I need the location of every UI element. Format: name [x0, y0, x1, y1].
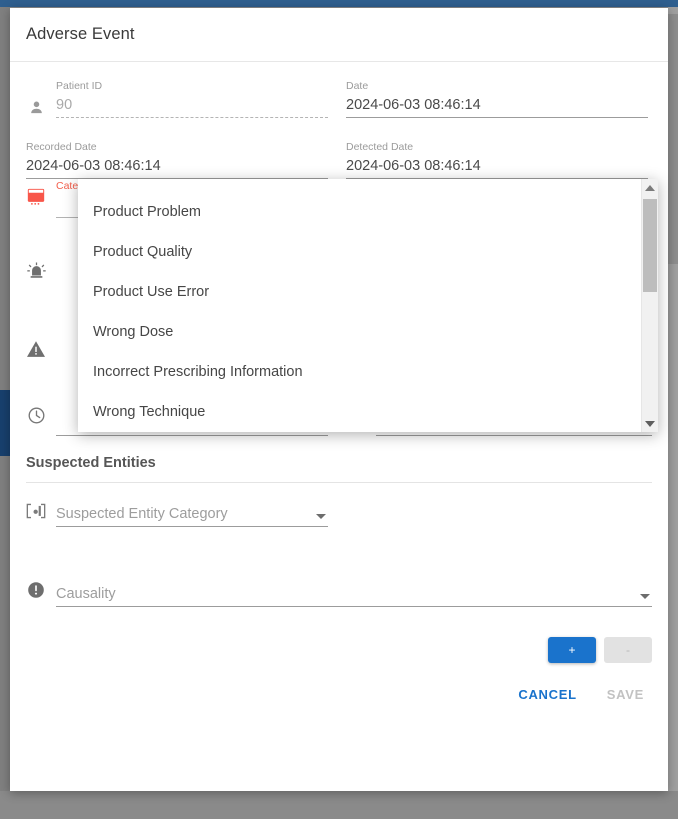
dropdown-scrollbar-thumb[interactable] — [643, 199, 657, 292]
device-icon — [26, 501, 46, 521]
date-value[interactable]: 2024-06-03 08:46:14 — [346, 93, 648, 117]
chevron-down-icon[interactable] — [316, 514, 326, 519]
entity-buttons-row: + - — [26, 607, 652, 663]
field-causality[interactable]: Causality — [26, 582, 652, 607]
scroll-down-arrow-icon[interactable] — [642, 415, 658, 432]
dialog-actions: CANCEL SAVE — [26, 663, 652, 708]
field-patient-id: Patient ID 90 — [26, 79, 328, 118]
recorded-date-label: Recorded Date — [26, 141, 97, 153]
suspected-entity-category-underline — [56, 526, 328, 527]
page-scrollbar-thumb[interactable] — [668, 14, 678, 264]
detected-date-label: Detected Date — [346, 141, 414, 153]
page-scrollbar-track[interactable] — [668, 7, 678, 819]
add-entity-button[interactable]: + — [548, 637, 596, 663]
field-detected-date: Detected Date 2024-06-03 08:46:14 — [346, 140, 648, 179]
form-row-classification: Category — [26, 179, 658, 441]
cancel-button[interactable]: CANCEL — [510, 681, 584, 708]
field-suspected-entity-category[interactable]: Suspected Entity Category — [26, 502, 328, 527]
scroll-up-arrow-icon[interactable] — [642, 179, 658, 196]
remove-entity-button[interactable]: - — [604, 637, 652, 663]
warning-triangle-icon — [26, 339, 46, 359]
field-date: Date 2024-06-03 08:46:14 — [346, 79, 648, 118]
category-option[interactable]: Product Problem — [78, 192, 641, 232]
dropdown-scrollbar[interactable] — [641, 179, 658, 432]
chevron-down-icon[interactable] — [640, 594, 650, 599]
recorded-date-value[interactable]: 2024-06-03 08:46:14 — [26, 154, 328, 178]
form-row-dates: Recorded Date 2024-06-03 08:46:14 Detect… — [26, 118, 652, 179]
field-recorded-date: Recorded Date 2024-06-03 08:46:14 — [26, 140, 328, 179]
list-box-icon — [26, 187, 46, 207]
patient-id-underline — [56, 117, 328, 118]
window-title-bar — [0, 0, 678, 7]
person-icon — [26, 97, 46, 117]
adverse-event-dialog: Adverse Event Patient ID 90 Date 2024-06… — [10, 8, 668, 791]
category-option[interactable]: Wrong Dose — [78, 312, 641, 352]
date-label: Date — [346, 80, 369, 92]
bottom-backdrop — [0, 791, 678, 819]
patient-id-label: Patient ID — [56, 80, 103, 92]
onset-secondary-underline — [376, 435, 652, 436]
onset-underline — [56, 435, 328, 436]
alarm-icon — [26, 261, 46, 281]
causality-value: Causality — [56, 586, 116, 602]
category-option[interactable]: Wrong Technique — [78, 392, 641, 432]
category-option[interactable]: Product Quality — [78, 232, 641, 272]
suspected-entity-category-value: Suspected Entity Category — [56, 506, 228, 522]
date-underline — [346, 117, 648, 118]
section-divider — [26, 482, 652, 483]
category-option-list: Product Problem Product Quality Product … — [78, 179, 641, 432]
patient-id-value: 90 — [56, 97, 73, 113]
background-nav-highlight — [0, 390, 10, 456]
suspected-entities-heading: Suspected Entities — [26, 455, 156, 471]
clock-icon — [26, 405, 46, 425]
causality-underline — [56, 606, 652, 607]
dialog-body: Patient ID 90 Date 2024-06-03 08:46:14 R… — [10, 62, 668, 708]
category-dropdown-panel[interactable]: Product Problem Product Quality Product … — [78, 179, 658, 432]
page-title: Adverse Event — [26, 25, 135, 43]
form-row-identity: Patient ID 90 Date 2024-06-03 08:46:14 — [26, 62, 652, 118]
exclamation-circle-icon — [26, 580, 46, 600]
detected-date-value[interactable]: 2024-06-03 08:46:14 — [346, 154, 648, 178]
category-option[interactable]: Product Use Error — [78, 272, 641, 312]
category-option[interactable]: Incorrect Prescribing Information — [78, 352, 641, 392]
save-button[interactable]: SAVE — [599, 681, 652, 708]
dialog-header: Adverse Event — [10, 8, 668, 62]
